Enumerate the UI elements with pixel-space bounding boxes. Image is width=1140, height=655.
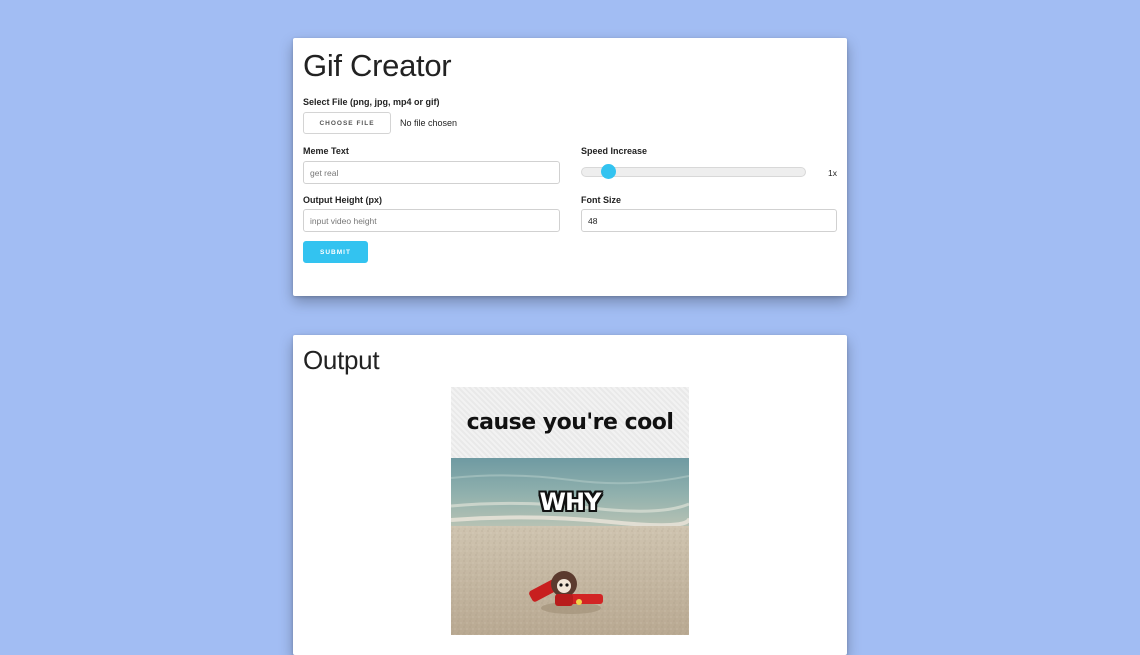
speed-value: 1x (828, 168, 837, 178)
meme-text-input[interactable] (303, 161, 560, 184)
font-size-label: Font Size (581, 195, 621, 205)
output-title: Output (303, 345, 380, 375)
output-height-input[interactable] (303, 209, 560, 232)
gif-beach-scene: WHY (451, 458, 689, 635)
gif-caption-band: cause you're cool (451, 387, 689, 458)
file-status-text: No file chosen (400, 118, 458, 128)
page-title: Gif Creator (303, 48, 452, 83)
output-card: Output cause you're cool WHY (293, 335, 847, 655)
meme-text-label: Meme Text (303, 146, 349, 156)
output-height-label: Output Height (px) (303, 195, 382, 205)
submit-button[interactable]: SUBMIT (303, 241, 368, 263)
font-size-input[interactable] (581, 209, 837, 232)
choose-file-button[interactable]: CHOOSE FILE (303, 112, 391, 134)
speed-increase-label: Speed Increase (581, 146, 648, 156)
beach-scene-image (451, 458, 689, 635)
speed-slider-thumb[interactable] (600, 164, 616, 179)
file-select-label: Select File (png, jpg, mp4 or gif) (303, 97, 440, 107)
gif-creator-card: Gif Creator Select File (png, jpg, mp4 o… (293, 38, 847, 296)
gif-caption: cause you're cool (466, 410, 674, 435)
gif-overlay-text: WHY (539, 488, 602, 516)
output-gif: cause you're cool WHY (451, 387, 689, 635)
